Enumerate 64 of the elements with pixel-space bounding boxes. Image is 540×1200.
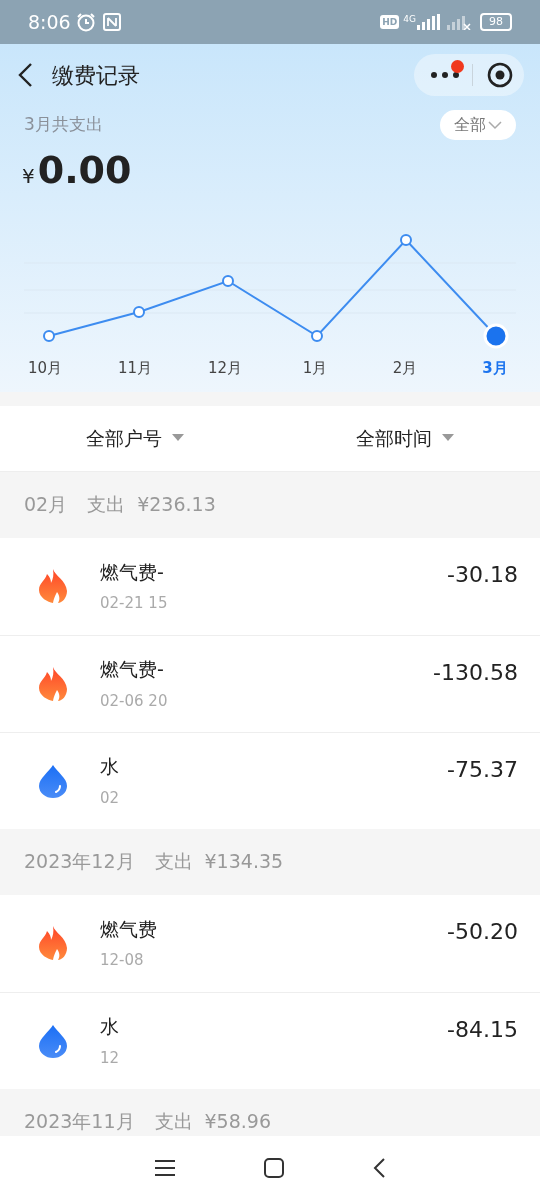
record-title: 燃气费 (100, 916, 158, 942)
record-title: 燃气费- (100, 657, 165, 682)
flame-icon (37, 568, 69, 604)
group-total: ¥134.35 (204, 849, 284, 875)
month-label[interactable]: 1月 (270, 357, 360, 380)
month-label[interactable]: 2月 (360, 357, 450, 380)
network-type: 4G (403, 13, 416, 26)
group-label: 支出 (87, 492, 126, 518)
water-drop-icon (38, 1023, 68, 1058)
filter-dropdown[interactable]: 全部户号 (86, 423, 184, 453)
back-icon[interactable] (372, 1157, 387, 1179)
month-label[interactable]: 12月 (180, 357, 270, 380)
chevron-down-icon (488, 120, 502, 130)
flame-icon (37, 925, 69, 961)
record-amount: -75.37 (447, 755, 518, 784)
chart-point[interactable] (222, 275, 234, 287)
flame-icon (37, 665, 69, 702)
group-month: 02月 (24, 492, 68, 518)
record-time: 12 (100, 1047, 121, 1069)
caret-down-icon (442, 434, 454, 442)
record-time: 02 (100, 787, 121, 809)
signal-icon (446, 14, 472, 30)
total-amount: 0.00 (37, 147, 132, 194)
menu-icon[interactable] (153, 1159, 176, 1177)
group-label: 支出 (154, 849, 193, 875)
group-total: ¥58.96 (204, 1109, 271, 1135)
filter-dropdown[interactable]: 全部时间 (356, 423, 454, 453)
record-time: 12-08 (100, 950, 145, 971)
record-title: 水 (100, 754, 120, 779)
home-icon[interactable] (263, 1157, 285, 1179)
hd-badge: HD (380, 15, 400, 29)
signal-icon (416, 14, 442, 30)
month-label[interactable]: 3月 (450, 357, 540, 380)
back-icon[interactable] (16, 62, 34, 88)
battery-indicator: 98 (480, 13, 512, 31)
record-amount: -130.58 (433, 658, 518, 687)
month-label[interactable]: 11月 (90, 357, 180, 380)
group-month: 2023年12月 (24, 849, 135, 875)
page-title: 缴费记录 (52, 61, 140, 90)
water-drop-icon (38, 763, 68, 798)
month-label[interactable]: 10月 (0, 357, 90, 380)
more-icon[interactable] (430, 71, 460, 79)
record-time: 02-21 15 (100, 593, 169, 614)
selected-point[interactable] (483, 323, 509, 349)
chart-point[interactable] (311, 330, 323, 342)
record-amount: -30.18 (447, 560, 518, 589)
clock-time: 8:06 (28, 9, 71, 35)
nfc-icon (102, 13, 121, 31)
group-month: 2023年11月 (24, 1109, 135, 1135)
filter-dropdown[interactable]: 全部 (440, 110, 516, 140)
group-total: ¥236.13 (137, 492, 216, 518)
record-time: 02-06 20 (100, 690, 169, 712)
group-label: 支出 (154, 1109, 193, 1135)
record-amount: -50.20 (447, 917, 518, 946)
caret-down-icon (172, 434, 184, 442)
chart-point[interactable] (43, 330, 55, 342)
summary-label: 3月共支出 (24, 113, 103, 137)
chart-point[interactable] (400, 234, 412, 246)
chart-point[interactable] (133, 306, 145, 318)
record-amount: -84.15 (447, 1015, 518, 1044)
currency-symbol: ¥ (22, 163, 35, 190)
record-title: 水 (100, 1014, 120, 1039)
record-title: 燃气费- (100, 559, 165, 585)
target-icon[interactable] (487, 62, 513, 88)
